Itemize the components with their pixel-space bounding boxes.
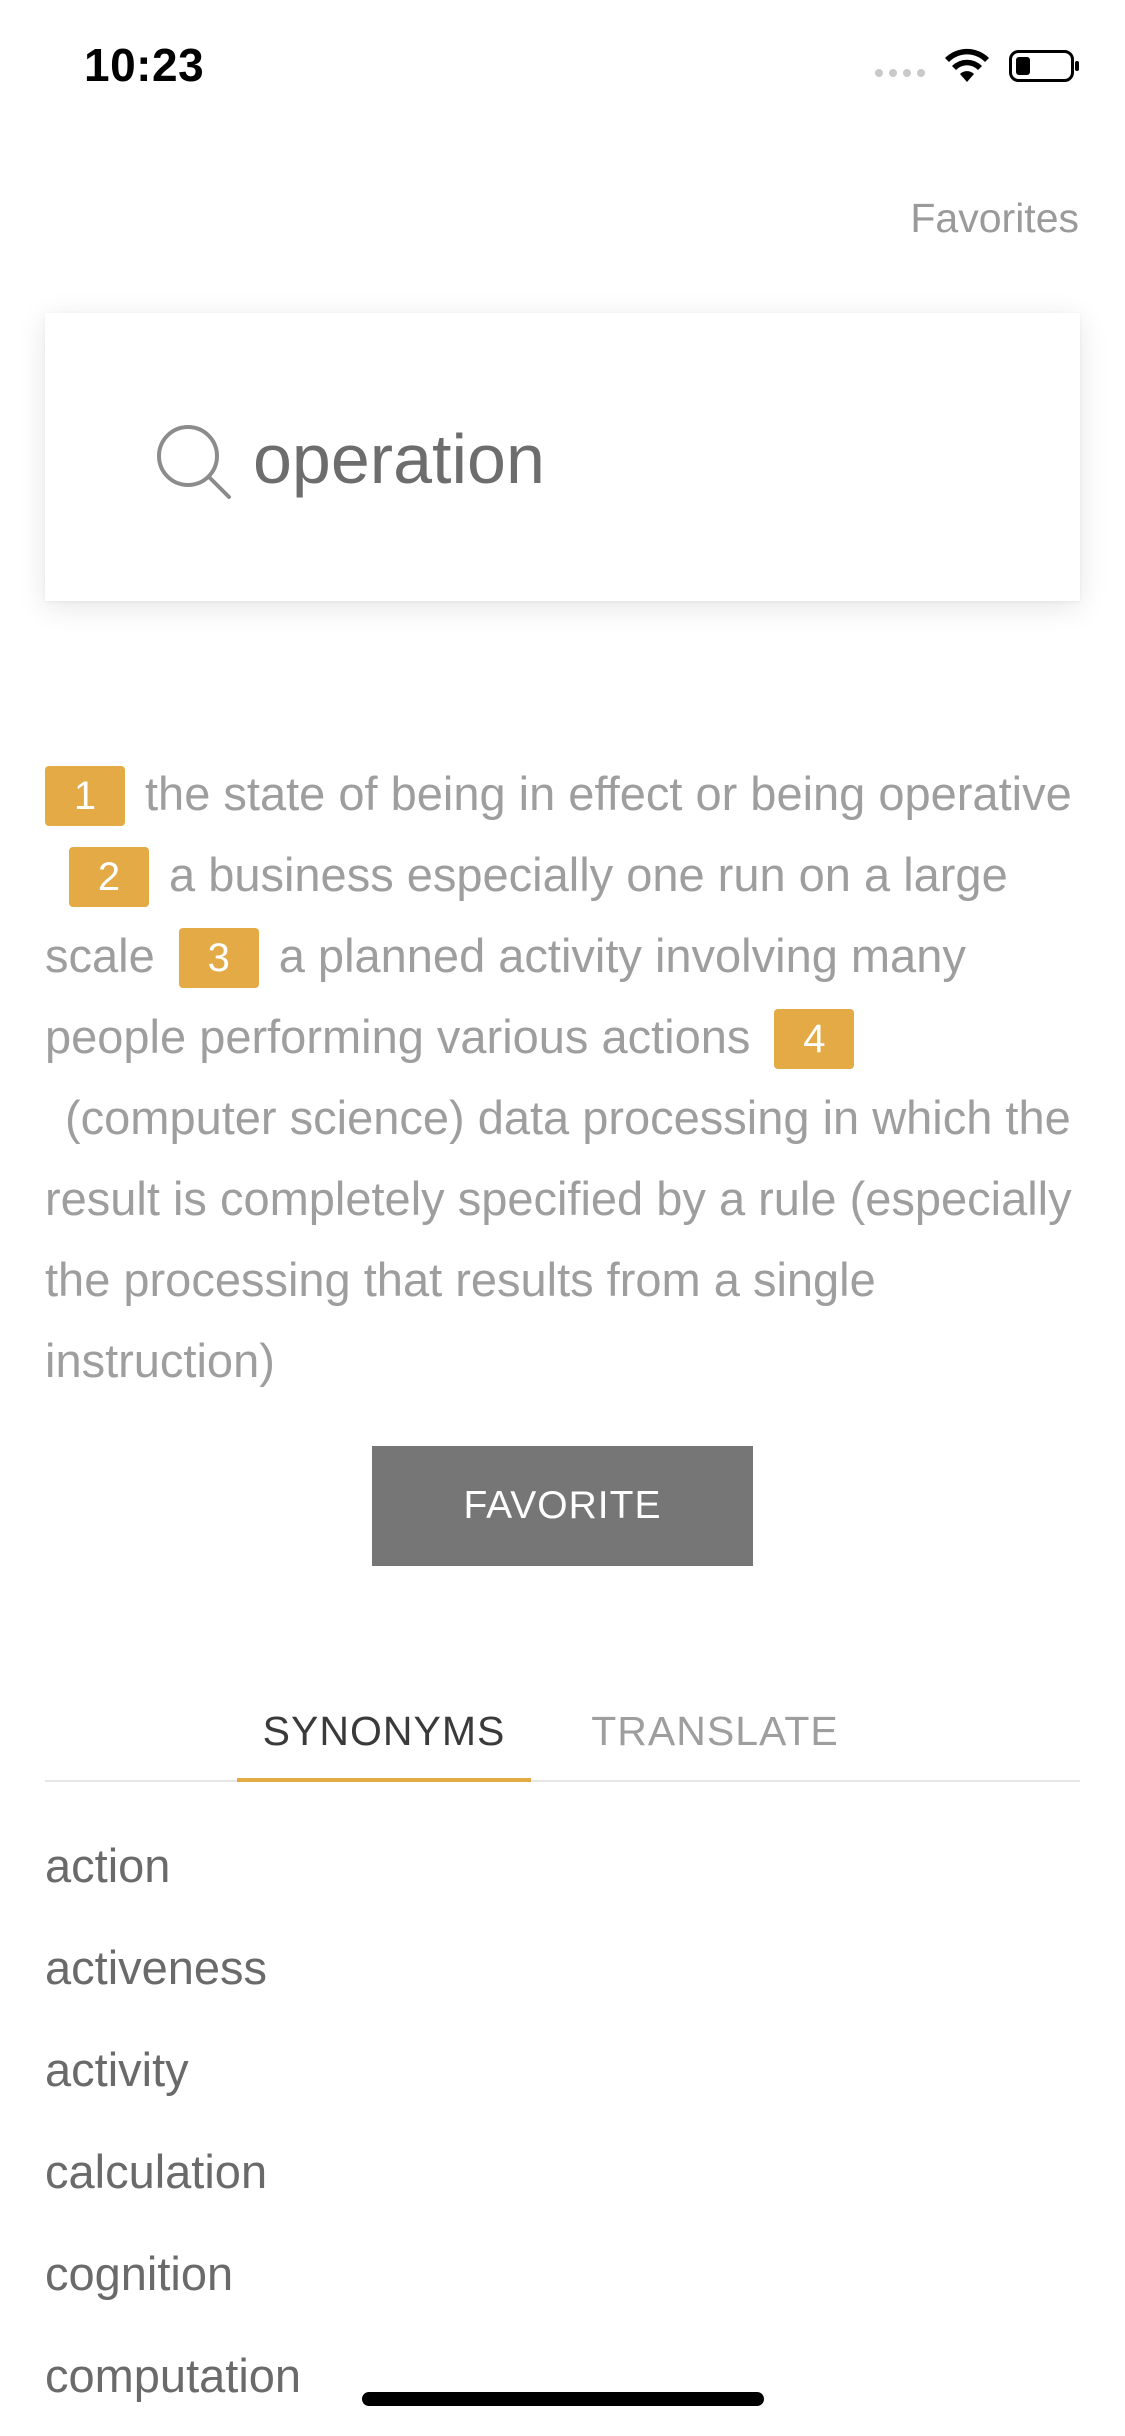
tab-bar: SYNONYMS TRANSLATE [45,1690,1080,1782]
search-input[interactable] [253,413,1033,505]
tab-synonyms[interactable]: SYNONYMS [237,1690,531,1782]
status-time: 10:23 [84,39,205,91]
definition-number-badge: 4 [774,1009,855,1069]
favorite-button[interactable]: FAVORITE [372,1446,753,1566]
cellular-signal-icon [875,69,925,77]
synonym-item[interactable]: action [45,1815,1080,1917]
screen: 10:23 Favorites 1 the state of being in e… [0,0,1125,2436]
synonym-item[interactable]: calculation [45,2121,1080,2223]
definition-number-badge: 3 [178,928,259,988]
synonym-item[interactable]: activity [45,2019,1080,2121]
wifi-icon [945,48,989,82]
battery-icon [1009,50,1079,82]
favorites-link[interactable]: Favorites [910,195,1079,242]
search-card [45,313,1080,601]
synonym-item[interactable]: cognition [45,2223,1080,2325]
definition-text: the state of being in effect or being op… [145,767,1072,820]
home-indicator[interactable] [362,2392,764,2406]
tab-translate[interactable]: TRANSLATE [585,1690,845,1782]
definitions-text: 1 the state of being in effect or being o… [45,753,1080,1401]
synonym-item[interactable]: activeness [45,1917,1080,2019]
status-icons [875,46,1081,86]
definition-text: (computer science) data processing in wh… [45,1091,1072,1387]
search-icon [157,425,231,499]
synonym-item[interactable]: computation [45,2325,1080,2427]
definition-number-badge: 1 [45,766,125,826]
synonyms-list: action activeness activity calculation c… [45,1815,1080,2427]
definition-number-badge: 2 [69,847,149,907]
